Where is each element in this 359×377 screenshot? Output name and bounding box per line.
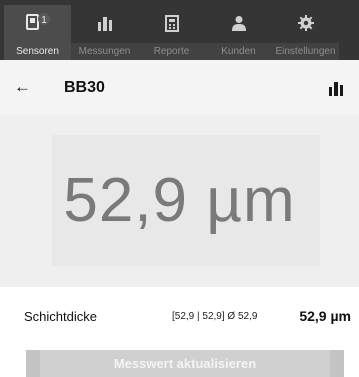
sensor-badge: 1 (41, 15, 47, 26)
report-icon (164, 5, 179, 41)
measurement-panel: 52,9 µm (0, 115, 359, 287)
tab-kunden[interactable]: Kunden (205, 5, 272, 60)
tab-bar: 1 Sensoren Messungen Reporte Kunden Eins… (0, 0, 359, 60)
tab-label: Kunden (205, 43, 272, 60)
tab-reporte[interactable]: Reporte (138, 5, 205, 60)
bar-chart-icon (329, 82, 343, 96)
bar-chart-icon (97, 5, 113, 41)
result-name: Schichtdicke (24, 309, 97, 324)
tab-label: Reporte (138, 43, 205, 60)
back-button[interactable]: ← (14, 78, 31, 95)
page-title: BB30 (64, 79, 105, 96)
result-row: Schichtdicke [52,9 | 52,9] Ø 52,9 52,9 µ… (0, 287, 359, 337)
tab-sensoren[interactable]: 1 Sensoren (4, 5, 71, 60)
chart-button[interactable] (328, 80, 344, 101)
tab-label: Messungen (71, 43, 138, 60)
tab-messungen[interactable]: Messungen (71, 5, 138, 60)
sensor-icon: 1 (25, 5, 51, 41)
tab-einstellungen[interactable]: Einstellungen (272, 5, 339, 60)
measurement-value: 52,9 µm (63, 166, 296, 235)
tab-label: Einstellungen (272, 43, 339, 60)
result-stats: [52,9 | 52,9] Ø 52,9 (172, 311, 258, 322)
gear-icon (297, 5, 314, 41)
tab-label: Sensoren (4, 43, 71, 60)
header-bar: ← BB30 (0, 60, 359, 115)
refresh-measurement-button[interactable]: Messwert aktualisieren (26, 350, 344, 377)
customer-icon (231, 5, 247, 41)
result-value: 52,9 µm (299, 308, 351, 324)
